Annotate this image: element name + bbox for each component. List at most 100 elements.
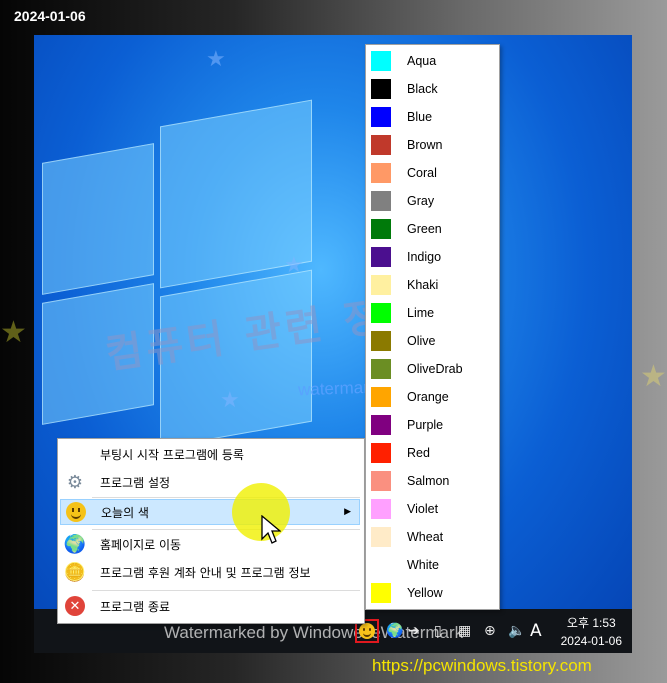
color-item-khaki[interactable]: Khaki xyxy=(366,271,499,299)
color-item-green[interactable]: Green xyxy=(366,215,499,243)
menu-item-register-startup[interactable]: 부팅시 시작 프로그램에 등록 xyxy=(60,441,360,467)
menu-item-label: 프로그램 후원 계좌 안내 및 프로그램 정보 xyxy=(100,565,311,580)
source-url[interactable]: https://pcwindows.tistory.com xyxy=(372,656,592,676)
color-item-lime[interactable]: Lime xyxy=(366,299,499,327)
color-item-aqua[interactable]: Aqua xyxy=(366,47,499,75)
color-item-violet[interactable]: Violet xyxy=(366,495,499,523)
tray-context-menu: 부팅시 시작 프로그램에 등록 ⚙ 프로그램 설정 오늘의 색 ▶ 🌍 홈페이지… xyxy=(57,438,365,624)
menu-item-label: 프로그램 설정 xyxy=(100,475,171,490)
color-name: Lime xyxy=(407,306,435,320)
color-swatch xyxy=(371,135,391,155)
color-item-red[interactable]: Red xyxy=(366,439,499,467)
color-name: Gray xyxy=(407,194,435,208)
color-swatch xyxy=(371,331,391,351)
mouse-cursor-icon xyxy=(261,515,281,544)
color-name: Purple xyxy=(407,418,444,432)
color-item-orange[interactable]: Orange xyxy=(366,383,499,411)
color-swatch xyxy=(371,387,391,407)
color-name: Khaki xyxy=(407,278,439,292)
usb-icon[interactable]: ▯ xyxy=(434,623,442,639)
menu-item-label: 프로그램 종료 xyxy=(100,599,171,614)
color-name: Yellow xyxy=(407,586,443,600)
color-swatch xyxy=(371,191,391,211)
submenu-arrow-icon: ▶ xyxy=(344,507,351,517)
taskbar-clock[interactable]: 오후 1:53 2024-01-06 xyxy=(561,614,622,650)
color-swatch xyxy=(371,303,391,323)
memory-icon[interactable]: ▦ xyxy=(458,623,471,639)
color-swatch xyxy=(371,51,391,71)
recording-date: 2024-01-06 xyxy=(14,8,86,24)
color-name: Orange xyxy=(407,390,449,404)
menu-divider xyxy=(92,590,360,591)
menu-divider xyxy=(92,529,360,530)
color-swatch xyxy=(371,219,391,239)
color-item-wheat[interactable]: Wheat xyxy=(366,523,499,551)
color-item-olive[interactable]: Olive xyxy=(366,327,499,355)
color-name: White xyxy=(407,558,439,572)
background-star-icon: ★ xyxy=(0,315,27,350)
menu-item-exit[interactable]: ✕ 프로그램 종료 xyxy=(60,593,360,619)
color-item-brown[interactable]: Brown xyxy=(366,131,499,159)
color-item-salmon[interactable]: Salmon xyxy=(366,467,499,495)
menu-divider xyxy=(92,497,360,498)
menu-item-label: 홈페이지로 이동 xyxy=(100,537,182,552)
color-name: Olive xyxy=(407,334,436,348)
volume-icon[interactable]: 🔈 xyxy=(508,623,525,639)
color-swatch xyxy=(371,163,391,183)
color-item-white[interactable]: White xyxy=(366,551,499,579)
coins-icon: 🪙 xyxy=(63,561,87,583)
color-name: OliveDrab xyxy=(407,362,463,376)
globe-icon: 🌍 xyxy=(63,533,87,555)
color-swatch xyxy=(371,583,391,603)
menu-item-donation-info[interactable]: 🪙 프로그램 후원 계좌 안내 및 프로그램 정보 xyxy=(60,559,360,585)
color-swatch xyxy=(371,107,391,127)
ime-indicator[interactable]: A xyxy=(530,621,542,641)
color-item-indigo[interactable]: Indigo xyxy=(366,243,499,271)
color-item-coral[interactable]: Coral xyxy=(366,159,499,187)
color-item-purple[interactable]: Purple xyxy=(366,411,499,439)
color-name: Blue xyxy=(407,110,433,124)
color-item-gray[interactable]: Gray xyxy=(366,187,499,215)
color-swatch xyxy=(371,555,391,575)
color-name: Red xyxy=(407,446,430,460)
watermark-star-icon: ★ xyxy=(284,253,304,278)
color-name: Coral xyxy=(407,166,437,180)
close-icon: ✕ xyxy=(64,595,86,617)
tray-arrow-icon[interactable]: ➔ xyxy=(408,623,420,639)
menu-item-homepage[interactable]: 🌍 홈페이지로 이동 xyxy=(60,531,360,557)
gear-icon: ⚙ xyxy=(66,471,84,493)
watermark-star-icon: ★ xyxy=(220,388,240,413)
color-swatch xyxy=(371,471,391,491)
color-item-olivedrab[interactable]: OliveDrab xyxy=(366,355,499,383)
tray-globe-app-icon[interactable]: 🌍 xyxy=(386,623,403,639)
color-name: Violet xyxy=(407,502,439,516)
menu-item-label: 오늘의 색 xyxy=(101,505,149,520)
color-item-yellow[interactable]: Yellow xyxy=(366,579,499,607)
color-name: Wheat xyxy=(407,530,444,544)
color-submenu: Aqua Black Blue Brown Coral Gray Green Indigo Kh… xyxy=(365,44,500,610)
color-name: Indigo xyxy=(407,250,442,264)
clock-time: 오후 1:53 xyxy=(566,616,616,630)
color-swatch xyxy=(371,527,391,547)
color-swatch xyxy=(371,359,391,379)
clock-date: 2024-01-06 xyxy=(560,634,622,648)
color-swatch xyxy=(371,499,391,519)
color-name: Brown xyxy=(407,138,443,152)
color-swatch xyxy=(371,443,391,463)
color-name: Green xyxy=(407,222,442,236)
color-swatch xyxy=(371,275,391,295)
color-swatch xyxy=(371,79,391,99)
background-star-icon: ★ xyxy=(640,359,667,394)
color-item-black[interactable]: Black xyxy=(366,75,499,103)
menu-item-program-settings[interactable]: ⚙ 프로그램 설정 xyxy=(60,469,360,495)
menu-item-label: 부팅시 시작 프로그램에 등록 xyxy=(100,447,244,462)
menu-item-todays-color[interactable]: 오늘의 색 ▶ xyxy=(60,499,360,525)
color-item-blue[interactable]: Blue xyxy=(366,103,499,131)
color-name: Black xyxy=(407,82,438,96)
watermark-star-icon: ★ xyxy=(206,47,226,72)
smiley-icon xyxy=(65,501,87,523)
color-swatch xyxy=(371,247,391,267)
color-name: Aqua xyxy=(407,54,437,68)
color-swatch xyxy=(371,415,391,435)
network-icon[interactable]: ⊕ xyxy=(484,623,496,639)
